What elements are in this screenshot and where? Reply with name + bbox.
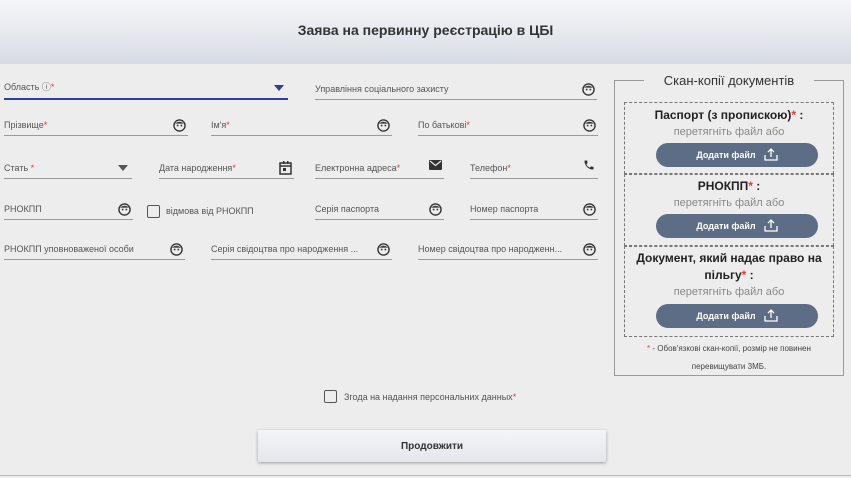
rnokpp-doc-name: РНОКПП* : (697, 179, 761, 193)
birthdate-field[interactable]: Дата народження* (159, 157, 294, 179)
continue-button[interactable]: Продовжити (258, 430, 606, 462)
benefit-upload-section: Документ, який надає право на пільгу* : … (624, 246, 834, 337)
registration-page: Заява на первинну реєстрацію в ЦБІ Облас… (0, 0, 851, 478)
refuse-rnokpp-label: відмова від РНОКПП (166, 206, 254, 216)
drop-hint: перетягніть файл або (673, 286, 785, 298)
birth-cert-series-label: Серія свідоцтва про народження ... (211, 244, 359, 254)
passport-number-label: Номер паспорта (470, 204, 539, 214)
upload-icon (763, 147, 778, 163)
face-icon (582, 202, 596, 216)
passport-series-label: Серія паспорта (315, 204, 379, 214)
add-file-label: Додати файл (696, 221, 756, 231)
passport-upload-section: Паспорт (з пропискою)* : перетягніть фай… (624, 102, 834, 174)
documents-note: * - Обов'язкові скан-копії, розмір не по… (647, 344, 811, 371)
add-file-label: Додати файл (696, 311, 756, 321)
help-circle-icon: ⓘ (41, 82, 51, 92)
documents-title: Скан-копії документів (644, 73, 814, 88)
name-label: Ім'я* (211, 120, 230, 130)
face-icon (582, 242, 596, 256)
upload-icon (763, 218, 778, 234)
face-icon (582, 118, 596, 132)
birth-cert-number-label: Номер свідоцтва про народженн... (418, 244, 563, 254)
email-field[interactable]: Електронна адреса* (315, 157, 444, 179)
envelope-icon (428, 158, 442, 172)
face-icon (172, 118, 186, 132)
phone-label: Телефон* (470, 163, 511, 173)
add-file-button[interactable]: Додати файл (656, 214, 818, 238)
birth-cert-number-field[interactable]: Номер свідоцтва про народженн... (418, 238, 598, 260)
gender-label: Стать * (4, 163, 35, 173)
rnokpp-authorized-label: РНОКПП уповноваженої особи (4, 244, 134, 254)
birth-cert-series-field[interactable]: Серія свідоцтва про народження ... (211, 238, 392, 260)
refuse-rnokpp-checkbox[interactable] (147, 205, 160, 218)
email-label: Електронна адреса* (315, 163, 401, 173)
passport-doc-name: Паспорт (з пропискою)* : (654, 108, 804, 122)
birthdate-label: Дата народження* (159, 163, 236, 173)
passport-number-field[interactable]: Номер паспорта (470, 198, 598, 220)
rnokpp-authorized-field[interactable]: РНОКПП уповноваженої особи (4, 238, 185, 260)
consent-checkbox[interactable] (324, 390, 337, 403)
divider (0, 475, 851, 476)
surname-field[interactable]: Прізвище* (4, 114, 188, 136)
surname-label: Прізвище* (4, 120, 48, 130)
face-icon (428, 202, 442, 216)
rnokpp-field[interactable]: РНОКПП (4, 198, 133, 220)
page-title: Заява на первинну реєстрацію в ЦБІ (297, 22, 554, 38)
upload-icon (763, 308, 778, 324)
consent-label: Згода на надання персональних данных* (344, 392, 517, 402)
patronymic-field[interactable]: По батькові* (418, 114, 598, 136)
social-protection-field[interactable]: Управління соціального захисту (315, 78, 597, 100)
add-file-label: Додати файл (696, 150, 756, 160)
oblast-label: Область ⓘ* (4, 82, 55, 92)
name-field[interactable]: Ім'я* (211, 114, 392, 136)
benefit-doc-name: Документ, який надає право на пільгу* : (636, 251, 822, 282)
face-icon (376, 242, 390, 256)
rnokpp-upload-section: РНОКПП* : перетягніть файл або Додати фа… (624, 174, 834, 246)
oblast-select[interactable]: Область ⓘ* (4, 78, 288, 100)
add-file-button[interactable]: Додати файл (656, 143, 818, 167)
gender-select[interactable]: Стать * (4, 157, 132, 179)
face-icon (117, 202, 131, 216)
drop-hint: перетягніть файл або (673, 126, 785, 138)
face-icon (581, 82, 595, 96)
phone-icon (582, 158, 596, 172)
rnokpp-label: РНОКПП (4, 204, 42, 214)
passport-series-field[interactable]: Серія паспорта (315, 198, 444, 220)
phone-field[interactable]: Телефон* (470, 157, 598, 179)
chevron-down-icon (272, 81, 286, 95)
chevron-down-icon (116, 161, 130, 175)
face-icon (376, 118, 390, 132)
face-icon (169, 242, 183, 256)
add-file-button[interactable]: Додати файл (656, 304, 818, 328)
calendar-icon[interactable] (278, 161, 292, 175)
patronymic-label: По батькові* (418, 120, 470, 130)
drop-hint: перетягніть файл або (673, 197, 785, 209)
page-header: Заява на первинну реєстрацію в ЦБІ (0, 0, 851, 64)
social-protection-label: Управління соціального захисту (315, 84, 449, 94)
